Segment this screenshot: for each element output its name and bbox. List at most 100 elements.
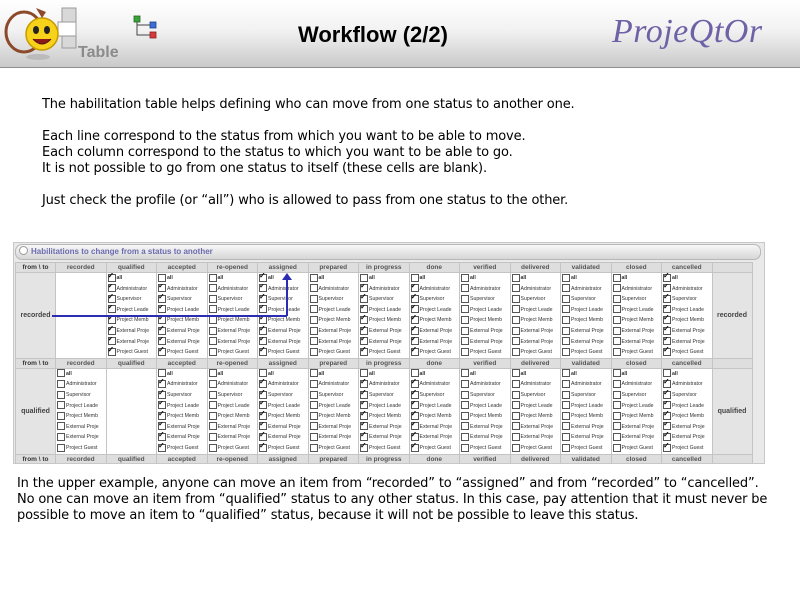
checkbox[interactable] (208, 347, 217, 356)
checkbox[interactable] (208, 379, 217, 388)
checkbox[interactable] (57, 411, 65, 420)
checkbox[interactable] (461, 284, 469, 293)
checkbox[interactable] (158, 337, 166, 346)
checkbox[interactable] (360, 443, 368, 452)
checkbox[interactable] (511, 379, 520, 388)
checkbox[interactable] (410, 369, 419, 378)
checkbox[interactable] (410, 432, 419, 441)
checkbox[interactable] (511, 294, 520, 303)
checkbox[interactable] (410, 390, 419, 399)
checkbox[interactable] (663, 390, 671, 399)
checkbox[interactable] (259, 379, 267, 388)
checkbox[interactable] (309, 326, 318, 335)
checkbox[interactable] (663, 369, 671, 378)
checkbox[interactable] (309, 411, 318, 420)
checkbox[interactable] (208, 316, 217, 324)
checkbox[interactable] (410, 422, 419, 431)
checkbox[interactable] (461, 316, 469, 324)
checkbox[interactable] (158, 390, 166, 399)
checkbox[interactable] (360, 337, 368, 346)
checkbox[interactable] (259, 443, 267, 452)
checkbox[interactable] (663, 422, 671, 431)
checkbox[interactable] (360, 401, 368, 410)
collapse-icon[interactable] (19, 246, 28, 256)
checkbox[interactable] (360, 379, 368, 388)
checkbox[interactable] (158, 284, 166, 293)
checkbox[interactable] (612, 284, 621, 293)
checkbox[interactable] (612, 379, 621, 388)
checkbox[interactable] (663, 315, 671, 324)
checkbox[interactable] (208, 390, 217, 399)
checkbox[interactable] (360, 369, 368, 378)
checkbox[interactable] (612, 326, 621, 335)
checkbox[interactable] (410, 315, 419, 324)
checkbox[interactable] (259, 390, 267, 399)
checkbox[interactable] (57, 443, 65, 452)
checkbox[interactable] (511, 284, 520, 293)
checkbox[interactable] (208, 294, 217, 303)
checkbox[interactable] (360, 284, 368, 293)
checkbox[interactable] (57, 390, 65, 399)
checkbox[interactable] (309, 379, 318, 388)
checkbox[interactable] (208, 411, 217, 420)
checkbox[interactable] (158, 305, 166, 314)
checkbox[interactable] (158, 347, 166, 356)
checkbox[interactable] (57, 401, 65, 410)
checkbox[interactable] (663, 432, 671, 441)
checkbox[interactable] (663, 411, 671, 420)
checkbox[interactable] (663, 284, 671, 293)
checkbox[interactable] (562, 316, 570, 324)
checkbox[interactable] (158, 379, 166, 388)
checkbox[interactable] (562, 273, 570, 282)
checkbox[interactable] (612, 273, 621, 282)
checkbox[interactable] (562, 401, 570, 410)
checkbox[interactable] (158, 326, 166, 335)
checkbox[interactable] (259, 347, 267, 356)
checkbox[interactable] (663, 337, 671, 346)
checkbox[interactable] (612, 443, 621, 452)
checkbox[interactable] (511, 432, 520, 441)
checkbox[interactable] (309, 337, 318, 346)
checkbox[interactable] (410, 284, 419, 293)
checkbox[interactable] (562, 411, 570, 420)
checkbox[interactable] (259, 326, 267, 335)
checkbox[interactable] (259, 369, 267, 378)
checkbox[interactable] (158, 443, 166, 452)
checkbox[interactable] (461, 401, 469, 410)
checkbox[interactable] (461, 379, 469, 388)
checkbox[interactable] (158, 411, 166, 420)
checkbox[interactable] (663, 443, 671, 452)
checkbox[interactable] (612, 316, 621, 324)
checkbox[interactable] (461, 273, 469, 282)
checkbox[interactable] (309, 294, 318, 303)
checkbox[interactable] (663, 379, 671, 388)
checkbox[interactable] (511, 273, 520, 282)
checkbox[interactable] (511, 337, 520, 346)
checkbox[interactable] (107, 315, 116, 324)
checkbox[interactable] (259, 273, 267, 282)
checkbox[interactable] (309, 316, 318, 324)
checkbox[interactable] (309, 401, 318, 410)
checkbox[interactable] (107, 347, 116, 356)
checkbox[interactable] (663, 401, 671, 410)
checkbox[interactable] (511, 326, 520, 335)
checkbox[interactable] (360, 390, 368, 399)
checkbox[interactable] (309, 390, 318, 399)
checkbox[interactable] (410, 305, 419, 314)
checkbox[interactable] (208, 273, 217, 282)
checkbox[interactable] (562, 390, 570, 399)
checkbox[interactable] (663, 347, 671, 356)
checkbox[interactable] (107, 273, 116, 282)
checkbox[interactable] (461, 432, 469, 441)
checkbox[interactable] (360, 305, 368, 314)
checkbox[interactable] (410, 273, 419, 282)
checkbox[interactable] (612, 390, 621, 399)
checkbox[interactable] (511, 390, 520, 399)
checkbox[interactable] (511, 401, 520, 410)
checkbox[interactable] (360, 422, 368, 431)
checkbox[interactable] (57, 369, 65, 378)
checkbox[interactable] (461, 422, 469, 431)
checkbox[interactable] (360, 294, 368, 303)
checkbox[interactable] (208, 337, 217, 346)
checkbox[interactable] (562, 443, 570, 452)
